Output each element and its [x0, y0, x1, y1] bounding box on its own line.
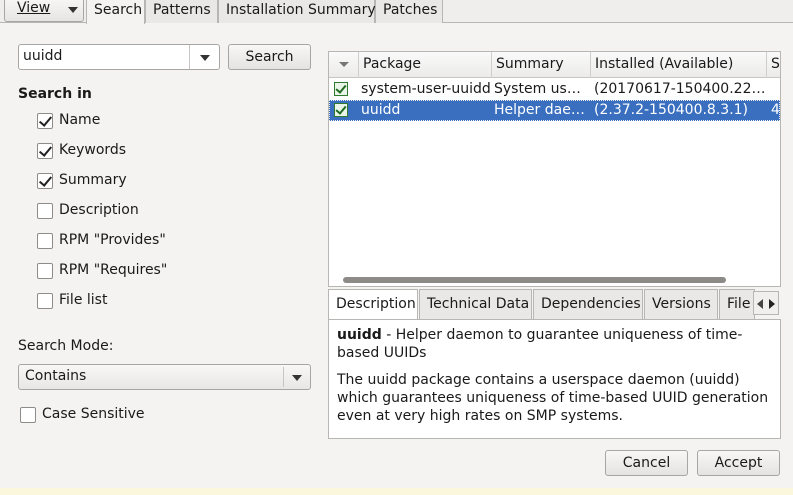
option-label: Summary [59, 172, 127, 188]
checkbox[interactable] [37, 293, 53, 309]
package-summary: Helper dae… [494, 102, 585, 118]
search-button-label: Search [245, 49, 294, 65]
chevron-down-icon [68, 7, 78, 13]
chevron-down-icon [292, 375, 302, 381]
search-input[interactable]: uuidd [18, 44, 220, 70]
table-row[interactable]: system-user-uuidd System use… (20170617-… [329, 79, 780, 100]
arrow-right-icon[interactable] [769, 299, 775, 309]
status-strip [0, 488, 793, 495]
tab-search-label: Search [94, 2, 143, 18]
accept-button[interactable]: Accept [697, 450, 780, 476]
tab-patterns-label: Patterns [153, 2, 211, 18]
search-mode-label: Search Mode: [18, 338, 114, 354]
search-mode-select[interactable]: Contains [18, 364, 311, 390]
tab-search[interactable]: Search [86, 0, 145, 24]
package-table[interactable]: Package Summary Installed (Available) Si… [328, 51, 781, 287]
tab-versions-label: Versions [652, 296, 711, 312]
chevron-down-icon[interactable] [200, 55, 210, 61]
column-label: Package [363, 56, 422, 72]
tab-file-list-label: File [727, 296, 751, 312]
detail-tab-bar: Description Technical Data Dependencies … [328, 289, 781, 320]
package-size [771, 79, 780, 100]
checkbox[interactable] [37, 233, 53, 249]
tab-patches[interactable]: Patches [375, 0, 443, 23]
search-input-value: uuidd [23, 48, 63, 64]
installed-check-icon[interactable] [334, 103, 348, 117]
combo-divider [189, 45, 190, 69]
column-label: Si [771, 56, 780, 72]
horizontal-scrollbar[interactable] [343, 277, 726, 283]
option-label: File list [59, 292, 108, 308]
table-header: Package Summary Installed (Available) Si [329, 52, 780, 78]
tab-technical-data[interactable]: Technical Data [419, 289, 532, 319]
search-in-heading: Search in [18, 86, 92, 102]
sort-arrow-icon [339, 62, 349, 67]
arrow-left-icon[interactable] [757, 299, 763, 309]
checkbox[interactable] [20, 407, 36, 423]
case-sensitive-label: Case Sensitive [42, 406, 145, 422]
package-installed: (20170617-150400.22.… [594, 81, 766, 97]
table-row[interactable]: uuidd Helper dae… (2.37.2-150400.8.3.1) … [329, 100, 780, 121]
checkbox[interactable] [37, 143, 53, 159]
tab-installation-summary[interactable]: Installation Summary [218, 0, 376, 23]
cancel-button[interactable]: Cancel [605, 450, 688, 476]
tab-file-list[interactable]: File [719, 289, 755, 319]
tab-scroll-arrows[interactable] [753, 291, 779, 315]
package-summary: System use… [494, 81, 589, 97]
tab-patches-label: Patches [383, 2, 438, 18]
tab-description[interactable]: Description [328, 289, 418, 320]
installed-check-icon[interactable] [334, 82, 348, 96]
column-package[interactable]: Package [359, 52, 492, 78]
checkbox[interactable] [37, 203, 53, 219]
option-label: RPM "Provides" [59, 232, 166, 248]
checkbox[interactable] [37, 113, 53, 129]
description-summary: uuidd - Helper daemon to guarantee uniqu… [337, 326, 772, 362]
description-body: The uuidd package contains a userspace d… [337, 372, 769, 424]
tab-description-label: Description [336, 296, 416, 312]
tab-patterns[interactable]: Patterns [145, 0, 218, 23]
option-label: RPM "Requires" [59, 262, 168, 278]
view-menu-button[interactable]: View [4, 0, 84, 22]
view-menu-label: View [17, 0, 51, 16]
search-button[interactable]: Search [228, 44, 311, 70]
column-installed[interactable]: Installed (Available) [591, 52, 767, 78]
tab-dependencies-label: Dependencies [541, 296, 641, 312]
description-package-name: uuidd [337, 327, 382, 343]
checkbox[interactable] [37, 173, 53, 189]
cancel-button-label: Cancel [622, 455, 671, 471]
package-installed: (2.37.2-150400.8.3.1) [594, 102, 749, 118]
tab-installation-summary-label: Installation Summary [226, 2, 376, 18]
column-label: Summary [496, 56, 564, 72]
package-name: system-user-uuidd [361, 81, 491, 97]
column-status[interactable] [329, 52, 359, 78]
column-label: Installed (Available) [595, 56, 734, 72]
package-name: uuidd [361, 102, 401, 118]
description-summary-text: - Helper daemon to guarantee uniqueness … [337, 327, 743, 361]
checkbox[interactable] [37, 263, 53, 279]
tab-technical-data-label: Technical Data [427, 296, 530, 312]
tab-versions[interactable]: Versions [644, 289, 718, 319]
search-mode-value: Contains [25, 368, 87, 384]
tab-dependencies[interactable]: Dependencies [533, 289, 643, 319]
option-label: Description [59, 202, 139, 218]
select-divider [283, 367, 284, 387]
description-panel: uuidd - Helper daemon to guarantee uniqu… [328, 319, 781, 439]
column-size[interactable]: Si [767, 52, 780, 78]
option-label: Keywords [59, 142, 127, 158]
accept-button-label: Accept [714, 455, 763, 471]
column-summary[interactable]: Summary [492, 52, 591, 78]
option-label: Name [59, 112, 101, 128]
package-size: 4 [771, 102, 780, 118]
